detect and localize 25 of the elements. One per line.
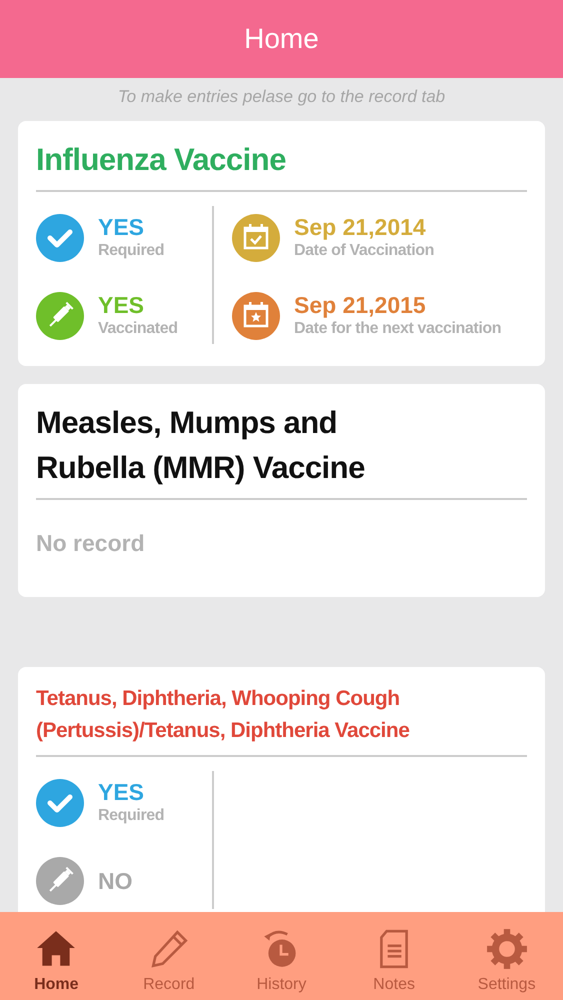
status-label: Required	[98, 241, 164, 261]
calendar-icon	[232, 292, 280, 340]
date-label: Date of Vaccination	[294, 241, 434, 261]
tab[interactable]: Settings	[450, 912, 563, 1000]
status-value: YES	[98, 214, 146, 240]
date-label: Date for the next vaccination	[294, 319, 502, 339]
vaccine-title: Measles, Mumps and Rubella (MMR) Vaccine	[36, 404, 366, 487]
status-label: Required	[98, 806, 164, 826]
notice-text: To make entries pelase go to the record tab	[116, 87, 446, 107]
status-value: NO	[98, 868, 132, 894]
vaccine-title: Tetanus, Diphtheria, Whooping Cough (Pertussis)/Tetanus, Diphtheria Vaccine	[36, 686, 410, 744]
tab[interactable]: History	[225, 912, 338, 1000]
calendar-icon	[232, 214, 280, 262]
vaccine-title: Influenza Vaccine	[36, 141, 287, 179]
status-value: YES	[98, 292, 146, 318]
no-record-text: No record	[36, 529, 146, 558]
date-value: Sep 21,2014	[294, 214, 427, 240]
tab[interactable]: Home	[0, 912, 113, 1000]
settings-icon	[486, 928, 528, 970]
status-label: Vaccinated	[98, 319, 178, 339]
tab[interactable]: Notes	[338, 912, 450, 1000]
date-value: Sep 21,2015	[294, 292, 427, 318]
status-value: YES	[98, 779, 146, 805]
page-title: Home	[244, 23, 319, 55]
tab[interactable]: Record	[112, 912, 226, 1000]
